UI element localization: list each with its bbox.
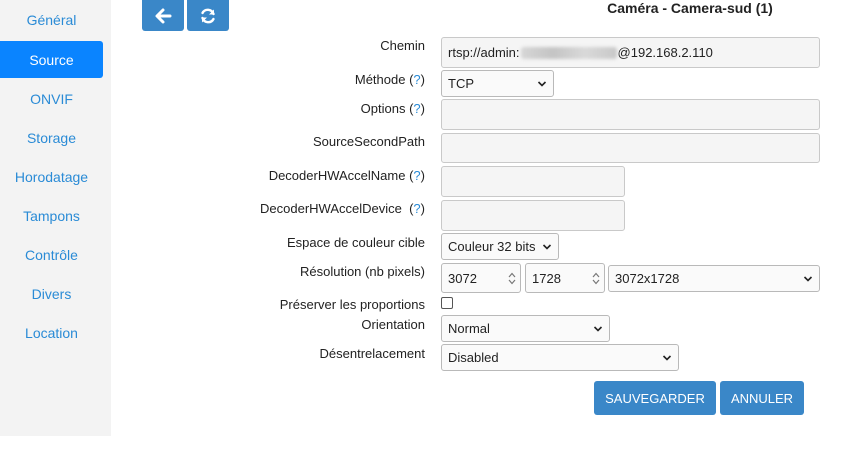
resolution-preset-select[interactable]: 3072x1728 bbox=[608, 265, 820, 292]
arrow-left-icon bbox=[155, 8, 172, 23]
decoder-hw-accel-name-input[interactable] bbox=[441, 166, 625, 197]
cancel-button[interactable]: ANNULER bbox=[720, 381, 804, 415]
sidebar: Général Source ONVIF Storage Horodatage … bbox=[0, 0, 111, 436]
chevron-down-icon bbox=[542, 243, 552, 250]
resolution-height-input[interactable]: 1728 bbox=[525, 263, 605, 293]
resolution-width-value: 3072 bbox=[448, 270, 477, 286]
save-button[interactable]: SAUVEGARDER bbox=[594, 381, 716, 415]
sidebar-item-general[interactable]: Général bbox=[0, 1, 103, 38]
options-input[interactable] bbox=[441, 99, 820, 130]
options-label: Options (?) bbox=[360, 101, 425, 116]
sidebar-item-storage[interactable]: Storage bbox=[0, 119, 103, 156]
sidebar-item-tampons[interactable]: Tampons bbox=[0, 197, 103, 234]
spinner-arrows-icon[interactable] bbox=[508, 272, 516, 285]
sidebar-item-label: Source bbox=[29, 51, 74, 68]
spinner-arrows-icon[interactable] bbox=[592, 272, 600, 285]
decoder-hw-accel-device-label: DecoderHWAccelDevice (?) bbox=[260, 201, 425, 216]
decoder-hw-accel-name-help-link[interactable]: ? bbox=[413, 168, 420, 183]
methode-help-link[interactable]: ? bbox=[413, 72, 420, 87]
orientation-value: Normal bbox=[448, 321, 490, 336]
source-second-path-input[interactable] bbox=[441, 133, 820, 163]
sidebar-item-source[interactable]: Source bbox=[0, 41, 103, 78]
sidebar-item-label: Divers bbox=[31, 285, 72, 302]
sidebar-item-horodatage[interactable]: Horodatage bbox=[0, 158, 103, 195]
resolution-label: Résolution (nb pixels) bbox=[299, 264, 425, 279]
preserver-proportions-label: Préserver les proportions bbox=[279, 297, 425, 312]
resolution-preset-value: 3072x1728 bbox=[615, 271, 680, 286]
sidebar-item-label: Location bbox=[25, 324, 78, 341]
sidebar-item-label: ONVIF bbox=[30, 90, 73, 107]
sidebar-item-divers[interactable]: Divers bbox=[0, 275, 103, 312]
sidebar-item-label: Storage bbox=[26, 129, 77, 146]
sidebar-item-controle[interactable]: Contrôle bbox=[0, 236, 103, 273]
orientation-select[interactable]: Normal bbox=[441, 315, 610, 342]
sidebar-item-label: Contrôle bbox=[25, 246, 78, 263]
methode-value: TCP bbox=[448, 76, 474, 91]
decoder-hw-accel-device-help-link[interactable]: ? bbox=[413, 201, 420, 216]
chevron-down-icon bbox=[537, 80, 547, 87]
chevron-down-icon bbox=[803, 275, 813, 282]
refresh-button[interactable] bbox=[187, 0, 229, 31]
methode-select[interactable]: TCP bbox=[441, 70, 554, 97]
back-button[interactable] bbox=[142, 0, 184, 31]
methode-label: Méthode (?) bbox=[354, 72, 425, 87]
chevron-down-icon bbox=[662, 354, 672, 361]
chemin-label: Chemin bbox=[380, 38, 425, 53]
page-title: Caméra - Camera-sud (1) bbox=[607, 0, 773, 16]
espace-couleur-label: Espace de couleur cible bbox=[286, 235, 425, 250]
chemin-input[interactable]: rtsp://admin: @192.168.2.110 bbox=[441, 37, 820, 68]
redacted-password bbox=[520, 46, 617, 59]
decoder-hw-accel-name-label: DecoderHWAccelName (?) bbox=[268, 168, 425, 183]
orientation-label: Orientation bbox=[361, 317, 425, 332]
chemin-prefix: rtsp://admin: bbox=[448, 45, 520, 60]
desentrelacement-label: Désentrelacement bbox=[319, 346, 426, 361]
decoder-hw-accel-device-input[interactable] bbox=[441, 200, 625, 231]
sidebar-item-label: Tampons bbox=[23, 207, 80, 224]
chemin-suffix: @192.168.2.110 bbox=[617, 45, 713, 60]
resolution-height-value: 1728 bbox=[532, 270, 561, 286]
preserver-proportions-checkbox[interactable] bbox=[441, 297, 453, 309]
sidebar-item-label: Général bbox=[26, 11, 77, 28]
chevron-down-icon bbox=[593, 325, 603, 332]
options-help-link[interactable]: ? bbox=[413, 101, 420, 116]
desentrelacement-value: Disabled bbox=[448, 350, 499, 365]
espace-couleur-select[interactable]: Couleur 32 bits bbox=[441, 233, 559, 260]
sidebar-item-onvif[interactable]: ONVIF bbox=[0, 80, 103, 117]
sidebar-item-location[interactable]: Location bbox=[0, 314, 103, 351]
source-second-path-label: SourceSecondPath bbox=[312, 134, 425, 149]
refresh-icon bbox=[201, 8, 215, 23]
resolution-width-input[interactable]: 3072 bbox=[441, 263, 521, 293]
espace-couleur-value: Couleur 32 bits bbox=[448, 239, 536, 254]
desentrelacement-select[interactable]: Disabled bbox=[441, 344, 679, 371]
sidebar-item-label: Horodatage bbox=[14, 168, 89, 185]
